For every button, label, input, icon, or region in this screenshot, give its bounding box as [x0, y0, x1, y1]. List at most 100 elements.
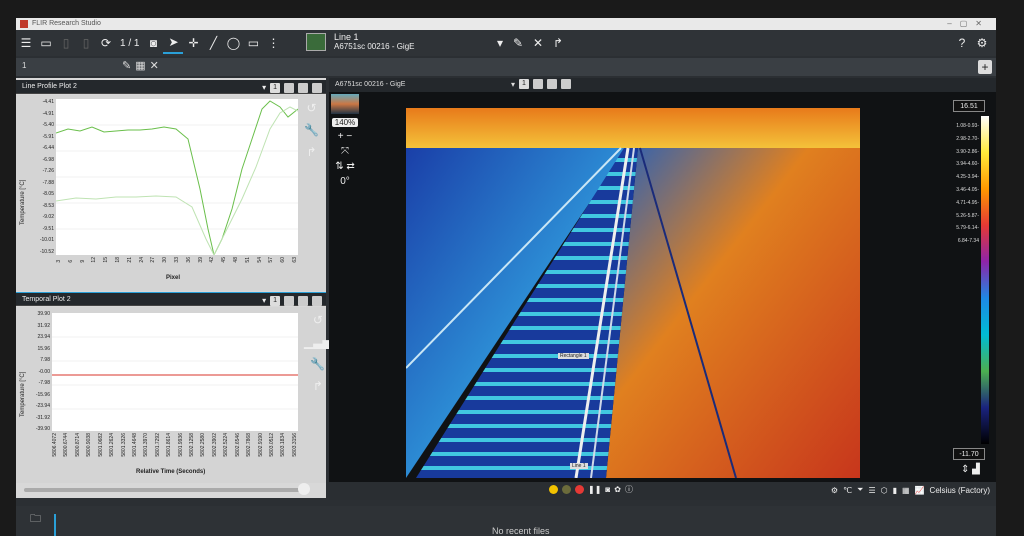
temporal-ytick: 15.96	[37, 345, 50, 352]
info-icon[interactable]: ⓘ	[625, 484, 633, 495]
help-icon[interactable]: ?	[952, 32, 972, 54]
camera-icon[interactable]: ◙	[143, 32, 163, 54]
roi-line-label[interactable]: Line 1	[570, 463, 588, 469]
temporal-plot-header: Temporal Plot 2 ▾ 1	[16, 292, 326, 306]
line-tool-icon[interactable]: ╱	[203, 32, 223, 54]
plot-edit-icon[interactable]	[298, 83, 308, 93]
window-controls[interactable]: –▢✕	[947, 18, 990, 30]
reset-zoom-icon[interactable]: ↺	[306, 101, 316, 115]
temporal-plot-area[interactable]	[52, 313, 298, 431]
scale-min[interactable]: -11.70	[953, 448, 985, 460]
share-icon[interactable]: ↱	[548, 32, 568, 54]
thumbnail[interactable]	[331, 94, 359, 114]
filter-icon[interactable]: ⏷	[857, 485, 863, 495]
wrench-icon[interactable]: 🔧	[304, 123, 319, 137]
menu-icon[interactable]: ☰	[16, 32, 36, 54]
pause-icon[interactable]: ❚❚	[588, 485, 601, 494]
delete-icon[interactable]: ✕	[528, 32, 548, 54]
pointer-tool-icon[interactable]: ➤	[163, 32, 184, 54]
temporal-ytick: -23.94	[35, 403, 50, 409]
close-tab-icon[interactable]: ✕	[150, 59, 159, 72]
scale-tick: 1.08	[956, 123, 966, 129]
temporal-settings-icon[interactable]	[284, 296, 294, 306]
plot-popout-icon[interactable]	[312, 83, 322, 93]
temporal-xtick: 5801.4648	[131, 433, 138, 457]
line-profile-xticks: 3 6 9 12 15 18 21 24 27 30 33 36 39 42 45 48 51 54 57 60 63	[56, 257, 298, 263]
tab-1[interactable]: 1	[22, 61, 26, 70]
temporal-dropdown-chevron-icon[interactable]: ▾	[262, 294, 266, 308]
line-color-swatch[interactable]	[306, 33, 326, 51]
line-profile-yticks: -4.41 -4.91 -5.40 -5.91 -6.44 -6.98 -7.26 -7.88…	[30, 99, 54, 260]
line-profile-header: Line Profile Plot 2 ▾ 1	[16, 80, 326, 94]
line-profile-chart	[55, 100, 299, 257]
palette-icon[interactable]: ✿	[614, 485, 621, 494]
export-icon[interactable]: ↱	[306, 145, 316, 159]
scale-tick: -6.14	[965, 225, 978, 232]
thermal-rail-scene	[406, 108, 860, 478]
temporal-reset-icon[interactable]: ↺	[313, 313, 323, 327]
line-profile-plot: Temperature [°C] -4.41 -4.91 -5.40 -5.91 -6.…	[16, 95, 326, 291]
rotation-value[interactable]: 0°	[340, 176, 350, 187]
snapshot-icon[interactable]: ◙	[605, 485, 610, 494]
palette-swatch-icon[interactable]: ▮	[893, 486, 897, 495]
palette-adjust-icon[interactable]: ⇕ ▟	[961, 464, 980, 475]
folder-icon[interactable]: 🗀	[30, 510, 41, 529]
temporal-export-icon[interactable]: ↱	[313, 379, 323, 393]
line-profile-tools: ↺ 🔧 ↱	[304, 101, 319, 159]
rectangle-tool-icon[interactable]: ▭	[243, 32, 263, 54]
status-yellow-icon[interactable]	[549, 485, 558, 494]
line-profile-ytick: -10.52	[39, 248, 54, 255]
viewer-dropdown-chevron-icon[interactable]: ▾	[511, 80, 515, 89]
signal-icon[interactable]: ▁▃▅	[304, 335, 332, 349]
zoom-in-out-icon[interactable]: + −	[338, 131, 352, 142]
sliders-icon[interactable]: ☰	[868, 486, 875, 495]
workspace-tab-row: 1 ✎ ▦ ✕ +	[16, 58, 996, 76]
spot-tool-icon[interactable]: ✛	[183, 32, 203, 54]
plot-dropdown-chevron-icon[interactable]: ▾	[262, 81, 266, 95]
new-file-icon[interactable]: ▯	[56, 32, 76, 54]
open-folder-icon[interactable]: ▭	[36, 32, 56, 54]
chart-icon[interactable]: 📈	[915, 486, 925, 495]
temperature-unit[interactable]: Celsius (Factory)	[930, 486, 990, 495]
scale-tick: -3.94	[965, 174, 978, 181]
time-slider[interactable]	[24, 483, 310, 495]
line-profile-ytick: -7.88	[42, 179, 54, 186]
status-olive-icon[interactable]	[562, 485, 571, 494]
viewer-popout-icon[interactable]	[560, 79, 571, 89]
edit-tab-icon[interactable]: ✎	[122, 59, 131, 72]
page-counter: 1 / 1	[120, 37, 140, 49]
temp-settings-icon[interactable]: ℃	[843, 486, 852, 495]
line-profile-ytick: -6.44	[42, 145, 54, 151]
temporal-popout-icon[interactable]	[312, 296, 322, 306]
cube-icon[interactable]: ⬡	[881, 486, 888, 495]
palette-bar[interactable]	[981, 116, 989, 444]
line-profile-xtick: 27	[150, 257, 157, 263]
roi-rectangle-label[interactable]: Rectangle 1	[558, 353, 589, 359]
record-icon[interactable]	[575, 485, 584, 494]
settings-gear-icon[interactable]: ⚙	[972, 32, 992, 54]
viewer-gear-icon[interactable]: ⚙	[831, 486, 838, 495]
temporal-edit-icon[interactable]	[298, 296, 308, 306]
save-icon[interactable]: ▯	[76, 32, 96, 54]
viewer-settings-icon[interactable]	[532, 79, 543, 89]
refresh-icon[interactable]: ⟳	[96, 32, 116, 54]
scale-tick: -4.95	[965, 199, 978, 206]
thermal-image[interactable]: Rectangle 1 Line 1	[406, 108, 860, 478]
flip-icon[interactable]: ⇅ ⇄	[335, 161, 355, 172]
slider-knob[interactable]	[298, 483, 310, 495]
line-profile-plot-area[interactable]	[55, 99, 299, 257]
ellipse-tool-icon[interactable]: ◯	[223, 32, 243, 54]
viewer-edit-icon[interactable]	[546, 79, 557, 89]
edit-pencil-icon[interactable]: ✎	[508, 32, 528, 54]
temporal-wrench-icon[interactable]: 🔧	[310, 357, 325, 371]
viewer-status-bar: ❚❚ ◙ ✿ ⓘ ⚙ ℃ ⏷ ☰ ⬡ ▮ ▦ 📈 Celsius (Factor…	[329, 482, 996, 500]
scale-max[interactable]: 16.51	[953, 100, 985, 112]
roi-dropdown-chevron-icon[interactable]: ▾	[490, 32, 510, 54]
grid-layout-icon[interactable]: ▦	[135, 59, 145, 72]
add-tab-icon[interactable]: +	[978, 60, 992, 74]
fit-to-window-icon[interactable]: ⤧	[341, 146, 349, 157]
plot-settings-icon[interactable]	[284, 83, 294, 93]
more-options-icon[interactable]: ⋮	[263, 32, 283, 54]
table-icon[interactable]: ▦	[902, 486, 910, 495]
series-line-profile-primary	[55, 100, 299, 257]
